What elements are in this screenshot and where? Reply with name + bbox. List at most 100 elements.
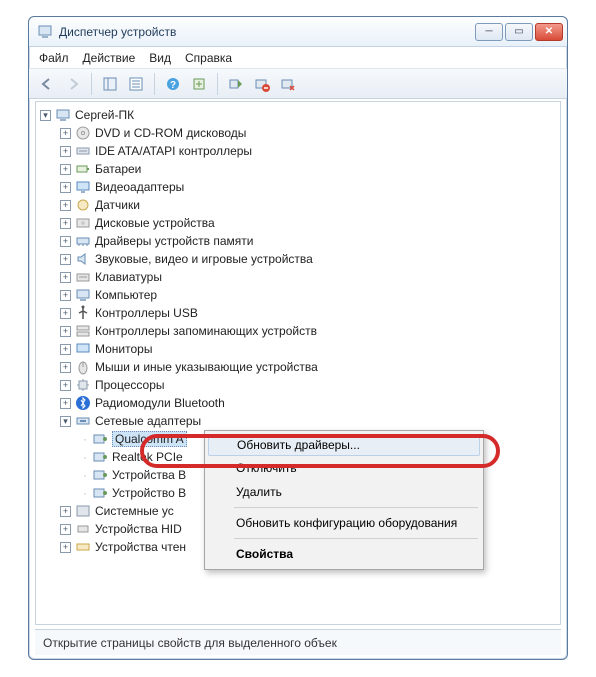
tree-category[interactable]: + Компьютер xyxy=(36,286,560,304)
usb-icon xyxy=(75,305,91,321)
expand-icon[interactable]: + xyxy=(60,146,71,157)
expand-icon[interactable]: + xyxy=(60,272,71,283)
tree-category[interactable]: + Радиомодули Bluetooth xyxy=(36,394,560,412)
collapse-icon[interactable]: ▾ xyxy=(40,110,51,121)
status-text: Открытие страницы свойств для выделенног… xyxy=(43,636,337,650)
expand-icon[interactable]: + xyxy=(60,254,71,265)
category-label: Устройства HID xyxy=(95,522,182,536)
tree-line: · xyxy=(80,432,90,446)
menu-action[interactable]: Действие xyxy=(83,51,136,65)
scan-hardware-button[interactable] xyxy=(187,72,211,96)
tree-category[interactable]: + Контроллеры запоминающих устройств xyxy=(36,322,560,340)
expand-icon[interactable]: + xyxy=(60,326,71,337)
ctx-disable[interactable]: Отключить xyxy=(208,456,480,480)
tree-category[interactable]: + Контроллеры USB xyxy=(36,304,560,322)
hdd-icon xyxy=(75,215,91,231)
expand-icon[interactable]: + xyxy=(60,236,71,247)
menu-help[interactable]: Справка xyxy=(185,51,232,65)
expand-icon[interactable]: + xyxy=(60,362,71,373)
tree-category[interactable]: + Мыши и иные указывающие устройства xyxy=(36,358,560,376)
tree-category[interactable]: + Видеоадаптеры xyxy=(36,178,560,196)
network-card-icon xyxy=(92,431,108,447)
ctx-properties[interactable]: Свойства xyxy=(208,542,480,566)
keyboard-icon xyxy=(75,269,91,285)
context-menu: Обновить драйверы... Отключить Удалить О… xyxy=(204,430,484,570)
toolbar: ? xyxy=(29,69,567,99)
expand-icon[interactable]: + xyxy=(60,182,71,193)
maximize-button[interactable]: ▭ xyxy=(505,23,533,41)
expand-icon[interactable]: + xyxy=(60,542,71,553)
minimize-button[interactable]: ─ xyxy=(475,23,503,41)
root-label: Сергей-ПК xyxy=(75,108,134,122)
disable-button[interactable] xyxy=(276,72,300,96)
category-label: Драйверы устройств памяти xyxy=(95,234,253,248)
expand-icon[interactable]: + xyxy=(60,200,71,211)
update-driver-button[interactable] xyxy=(224,72,248,96)
close-button[interactable]: ✕ xyxy=(535,23,563,41)
menu-file[interactable]: Файл xyxy=(39,51,69,65)
expand-icon[interactable]: + xyxy=(60,308,71,319)
uninstall-button[interactable] xyxy=(250,72,274,96)
category-label: Сетевые адаптеры xyxy=(95,414,201,428)
tree-category[interactable]: + Процессоры xyxy=(36,376,560,394)
tree-category[interactable]: + Драйверы устройств памяти xyxy=(36,232,560,250)
category-label: Компьютер xyxy=(95,288,157,302)
tree-category[interactable]: + Датчики xyxy=(36,196,560,214)
category-label: Системные ус xyxy=(95,504,174,518)
computer-icon xyxy=(75,287,91,303)
ctx-separator xyxy=(234,507,478,508)
expand-icon[interactable]: + xyxy=(60,290,71,301)
mouse-icon xyxy=(75,359,91,375)
category-label: Контроллеры запоминающих устройств xyxy=(95,324,317,338)
toolbar-separator xyxy=(154,73,155,95)
menubar: Файл Действие Вид Справка xyxy=(29,47,567,69)
ctx-update-drivers[interactable]: Обновить драйверы... xyxy=(208,434,480,456)
show-hide-tree-button[interactable] xyxy=(98,72,122,96)
expand-icon[interactable]: + xyxy=(60,218,71,229)
device-label: Qualcomm A xyxy=(112,431,187,447)
battery-icon xyxy=(75,161,91,177)
tree-root[interactable]: ▾ Сергей-ПК xyxy=(36,106,560,124)
titlebar: Диспетчер устройств ─ ▭ ✕ xyxy=(29,17,567,47)
tree-category[interactable]: + Дисковые устройства xyxy=(36,214,560,232)
hid-icon xyxy=(75,521,91,537)
collapse-icon[interactable]: ▾ xyxy=(60,416,71,427)
expand-icon[interactable]: + xyxy=(60,380,71,391)
category-label: Клавиатуры xyxy=(95,270,162,284)
tree-category[interactable]: + Мониторы xyxy=(36,340,560,358)
tree-category[interactable]: + DVD и CD-ROM дисководы xyxy=(36,124,560,142)
forward-button[interactable] xyxy=(61,72,85,96)
cpu-icon xyxy=(75,377,91,393)
ctx-delete[interactable]: Удалить xyxy=(208,480,480,504)
menu-view[interactable]: Вид xyxy=(149,51,171,65)
ide-icon xyxy=(75,143,91,159)
properties-button[interactable] xyxy=(124,72,148,96)
tree-category[interactable]: + Звуковые, видео и игровые устройства xyxy=(36,250,560,268)
expand-icon[interactable]: + xyxy=(60,344,71,355)
disc-icon xyxy=(75,125,91,141)
window-title: Диспетчер устройств xyxy=(59,25,475,39)
reader-icon xyxy=(75,539,91,555)
category-label: Мыши и иные указывающие устройства xyxy=(95,360,318,374)
expand-icon[interactable]: + xyxy=(60,128,71,139)
expand-icon[interactable]: + xyxy=(60,398,71,409)
tree-category[interactable]: + IDE ATA/ATAPI контроллеры xyxy=(36,142,560,160)
tree-category[interactable]: + Батареи xyxy=(36,160,560,178)
expand-icon[interactable]: + xyxy=(60,164,71,175)
back-button[interactable] xyxy=(35,72,59,96)
computer-icon xyxy=(55,107,71,123)
device-label: Устройство B xyxy=(112,486,186,500)
expand-icon[interactable]: + xyxy=(60,506,71,517)
system-icon xyxy=(75,503,91,519)
tree-line: · xyxy=(80,450,90,464)
help-button[interactable]: ? xyxy=(161,72,185,96)
tree-category[interactable]: ▾ Сетевые адаптеры xyxy=(36,412,560,430)
category-label: Датчики xyxy=(95,198,140,212)
category-label: Процессоры xyxy=(95,378,165,392)
window-buttons: ─ ▭ ✕ xyxy=(475,23,563,41)
category-label: Радиомодули Bluetooth xyxy=(95,396,225,410)
display-icon xyxy=(75,179,91,195)
expand-icon[interactable]: + xyxy=(60,524,71,535)
ctx-refresh-config[interactable]: Обновить конфигурацию оборудования xyxy=(208,511,480,535)
tree-category[interactable]: + Клавиатуры xyxy=(36,268,560,286)
